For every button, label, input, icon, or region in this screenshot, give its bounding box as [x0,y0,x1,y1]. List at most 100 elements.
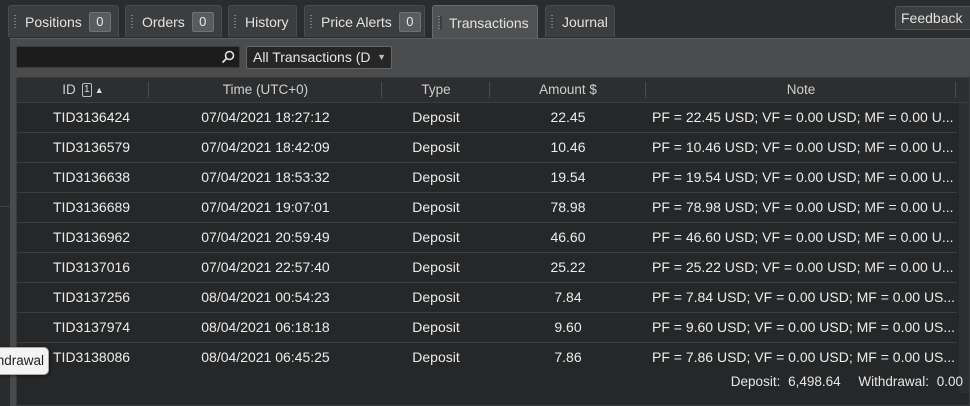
drag-grip-icon[interactable] [234,14,238,29]
sort-index-badge: 1 [81,83,92,98]
cell-type: Deposit [412,139,460,155]
cell-id: TID3138086 [53,349,131,365]
cell-amount: 9.60 [554,319,582,335]
withdrawal-total-label: Withdrawal: [858,374,929,389]
totals-bar: Deposit: 6,498.64 Withdrawal: 0.00 [727,372,963,392]
tab-label: Transactions [449,14,529,31]
count-badge: 0 [88,11,111,32]
drag-grip-icon[interactable] [438,15,442,30]
cell-note: PF = 7.84 USD; VF = 0.00 USD; MF = 0.00 … [652,289,956,305]
cell-time: 07/04/2021 19:07:01 [201,199,330,215]
cell-amount: 7.86 [554,349,582,365]
table-row[interactable]: TID3137256 08/04/2021 00:54:23 Deposit 7… [17,282,957,313]
cell-amount: 22.45 [550,109,586,125]
cell-note: PF = 25.22 USD; VF = 0.00 USD; MF = 0.00… [652,259,954,275]
chevron-down-icon: ▼ [377,52,386,62]
count-badge: 0 [191,11,214,32]
cell-type: Deposit [412,109,460,125]
table-row[interactable]: TID3137016 07/04/2021 22:57:40 Deposit 2… [17,252,957,283]
cell-amount: 19.54 [550,169,586,185]
column-header-label: ID [62,82,76,97]
sort-ascending-icon: ▲ [94,85,104,96]
deposit-total-value: 6,498.64 [788,374,841,389]
filter-selected-value: All Transactions (D [253,49,371,65]
search-icon[interactable] [221,50,235,64]
cell-time: 07/04/2021 18:53:32 [201,169,330,185]
cell-id: TID3136689 [53,199,131,215]
table-row[interactable]: TID3136689 07/04/2021 19:07:01 Deposit 7… [17,192,957,223]
cell-note: PF = 10.46 USD; VF = 0.00 USD; MF = 0.00… [652,139,954,155]
cell-id: TID3137974 [53,319,131,335]
tab-positions[interactable]: Positions 0 [8,5,119,37]
table-row[interactable]: TID3136638 07/04/2021 18:53:32 Deposit 1… [17,162,957,193]
withdrawal-total-value: 0.00 [936,374,963,389]
tab-label: Journal [562,13,608,30]
cell-note: PF = 78.98 USD; VF = 0.00 USD; MF = 0.00… [652,199,954,215]
tab-label: Positions [25,13,82,30]
cell-time: 07/04/2021 18:27:12 [201,109,330,125]
cell-id: TID3136638 [53,169,131,185]
table-header: ID 1 ▲ Time (UTC+0) Type Amount $ Note [17,78,969,103]
table-row[interactable]: TID3138086 08/04/2021 06:45:25 Deposit 7… [17,342,957,372]
cell-amount: 78.98 [550,199,586,215]
table-row[interactable]: TID3136424 07/04/2021 18:27:12 Deposit 2… [17,102,957,133]
cell-note: PF = 7.86 USD; VF = 0.00 USD; MF = 0.00 … [652,349,956,365]
cell-amount: 10.46 [550,139,586,155]
cell-amount: 25.22 [550,259,586,275]
column-header-label: Time (UTC+0) [222,82,309,97]
tab-label: Price Alerts [321,13,392,30]
count-badge: 0 [398,11,421,32]
cell-time: 07/04/2021 20:59:49 [201,229,330,245]
cell-type: Deposit [412,319,460,335]
drag-grip-icon[interactable] [551,14,555,29]
column-header-note[interactable]: Note [646,78,956,102]
cell-type: Deposit [412,349,460,365]
tab-price-alerts[interactable]: Price Alerts 0 [304,5,425,37]
column-header-label: Note [786,82,816,97]
cell-note: PF = 19.54 USD; VF = 0.00 USD; MF = 0.00… [652,169,954,185]
column-header-amount[interactable]: Amount $ [490,78,646,102]
transaction-filter-select[interactable]: All Transactions (D ▼ [246,46,392,69]
cell-id: TID3136962 [53,229,131,245]
cell-id: TID3137256 [53,289,131,305]
tab-transactions[interactable]: Transactions [432,5,538,39]
cell-note: PF = 22.45 USD; VF = 0.00 USD; MF = 0.00… [652,109,954,125]
cell-type: Deposit [412,259,460,275]
cell-type: Deposit [412,199,460,215]
tab-label: History [245,13,289,30]
drag-grip-icon[interactable] [14,14,18,29]
cell-id: TID3136579 [53,139,131,155]
cell-time: 07/04/2021 22:57:40 [201,259,330,275]
drag-grip-icon[interactable] [131,14,135,29]
table-row[interactable]: TID3136579 07/04/2021 18:42:09 Deposit 1… [17,132,957,163]
column-header-time[interactable]: Time (UTC+0) [149,78,382,102]
tooltip-text: ndrawal [0,353,44,368]
column-header-type[interactable]: Type [382,78,490,102]
cell-amount: 46.60 [550,229,586,245]
column-divider[interactable] [955,82,956,98]
drag-grip-icon[interactable] [310,14,314,29]
tab-label: Orders [142,13,185,30]
cell-id: TID3137016 [53,259,131,275]
cell-type: Deposit [412,229,460,245]
tab-journal[interactable]: Journal [545,5,615,37]
search-input[interactable] [16,46,240,68]
table-row[interactable]: TID3137974 08/04/2021 06:18:18 Deposit 9… [17,312,957,343]
cell-time: 07/04/2021 18:42:09 [201,139,330,155]
column-header-id[interactable]: ID 1 ▲ [17,78,149,102]
column-header-label: Type [421,82,451,97]
cell-time: 08/04/2021 06:45:25 [201,349,330,365]
cell-amount: 7.84 [554,289,582,305]
cell-type: Deposit [412,289,460,305]
tab-history[interactable]: History [228,5,297,37]
feedback-button[interactable]: Feedback [895,6,970,30]
cell-time: 08/04/2021 06:18:18 [201,319,330,335]
tab-orders[interactable]: Orders 0 [125,5,222,37]
transactions-table: ID 1 ▲ Time (UTC+0) Type Amount $ Note TID… [16,77,970,406]
cell-note: PF = 46.60 USD; VF = 0.00 USD; MF = 0.00… [652,229,954,245]
cell-type: Deposit [412,169,460,185]
cell-time: 08/04/2021 00:54:23 [201,289,330,305]
table-row[interactable]: TID3136962 07/04/2021 20:59:49 Deposit 4… [17,222,957,253]
transactions-panel: All Transactions (D ▼ ID 1 ▲ Time (UTC+0) … [10,38,970,406]
vertical-scrollbar[interactable] [959,103,969,393]
